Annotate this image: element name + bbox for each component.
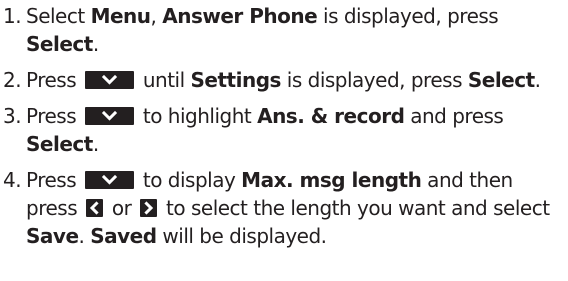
step-text: Press until Settings is displayed, press… bbox=[26, 68, 541, 92]
bold-term: Select bbox=[26, 32, 93, 56]
steps-list: 1. Select Menu, Answer Phone is displaye… bbox=[0, 2, 568, 250]
text-run: is displayed, press bbox=[280, 68, 468, 92]
left-arrow-key-icon bbox=[85, 199, 103, 217]
text-run: Press bbox=[26, 68, 82, 92]
bold-term: Max. msg length bbox=[241, 168, 422, 192]
step-text: Select Menu, Answer Phone is displayed, … bbox=[26, 4, 499, 56]
text-run: Press bbox=[26, 104, 82, 128]
text-run: and press bbox=[404, 104, 504, 128]
step-item: 3. Press to highlight Ans. & record and … bbox=[0, 102, 568, 158]
text-run: . bbox=[534, 68, 541, 92]
bold-term: Menu bbox=[90, 4, 151, 28]
instruction-document: 1. Select Menu, Answer Phone is displaye… bbox=[0, 0, 568, 281]
bold-term: Ans. & record bbox=[257, 104, 405, 128]
text-run: . bbox=[92, 32, 99, 56]
step-item: 1. Select Menu, Answer Phone is displaye… bbox=[0, 2, 568, 58]
text-run: is displayed, press bbox=[317, 4, 499, 28]
text-run: Select bbox=[26, 4, 91, 28]
bold-term: Saved bbox=[90, 224, 157, 248]
text-run: to display bbox=[137, 168, 242, 192]
text-run: will be displayed. bbox=[156, 224, 327, 248]
text-run: Press bbox=[26, 168, 82, 192]
bold-term: Answer Phone bbox=[162, 4, 318, 28]
step-item: 4. Press to display Max. msg length and … bbox=[0, 166, 568, 250]
text-run: to highlight bbox=[137, 104, 258, 128]
step-number: 3. bbox=[3, 104, 22, 128]
step-text: Press to display Max. msg length and the… bbox=[26, 168, 550, 248]
text-run: , bbox=[150, 4, 163, 28]
bold-term: Settings bbox=[190, 68, 282, 92]
text-run: until bbox=[137, 68, 191, 92]
down-arrow-key-icon bbox=[85, 71, 134, 89]
text-run: to select the length you want and select bbox=[160, 196, 550, 220]
step-text: Press to highlight Ans. & record and pre… bbox=[26, 104, 504, 156]
bold-term: Save bbox=[26, 224, 79, 248]
step-item: 2. Press until Settings is displayed, pr… bbox=[0, 66, 568, 94]
step-number: 2. bbox=[3, 68, 22, 92]
down-arrow-key-icon bbox=[85, 107, 134, 125]
step-number: 1. bbox=[3, 4, 22, 28]
bold-term: Select bbox=[467, 68, 535, 92]
right-arrow-key-icon bbox=[140, 199, 158, 217]
text-run: or bbox=[105, 196, 138, 220]
step-number: 4. bbox=[3, 168, 22, 192]
down-arrow-key-icon bbox=[85, 171, 134, 189]
text-run: . bbox=[78, 224, 91, 248]
bold-term: Select bbox=[26, 132, 93, 156]
text-run: . bbox=[92, 132, 99, 156]
